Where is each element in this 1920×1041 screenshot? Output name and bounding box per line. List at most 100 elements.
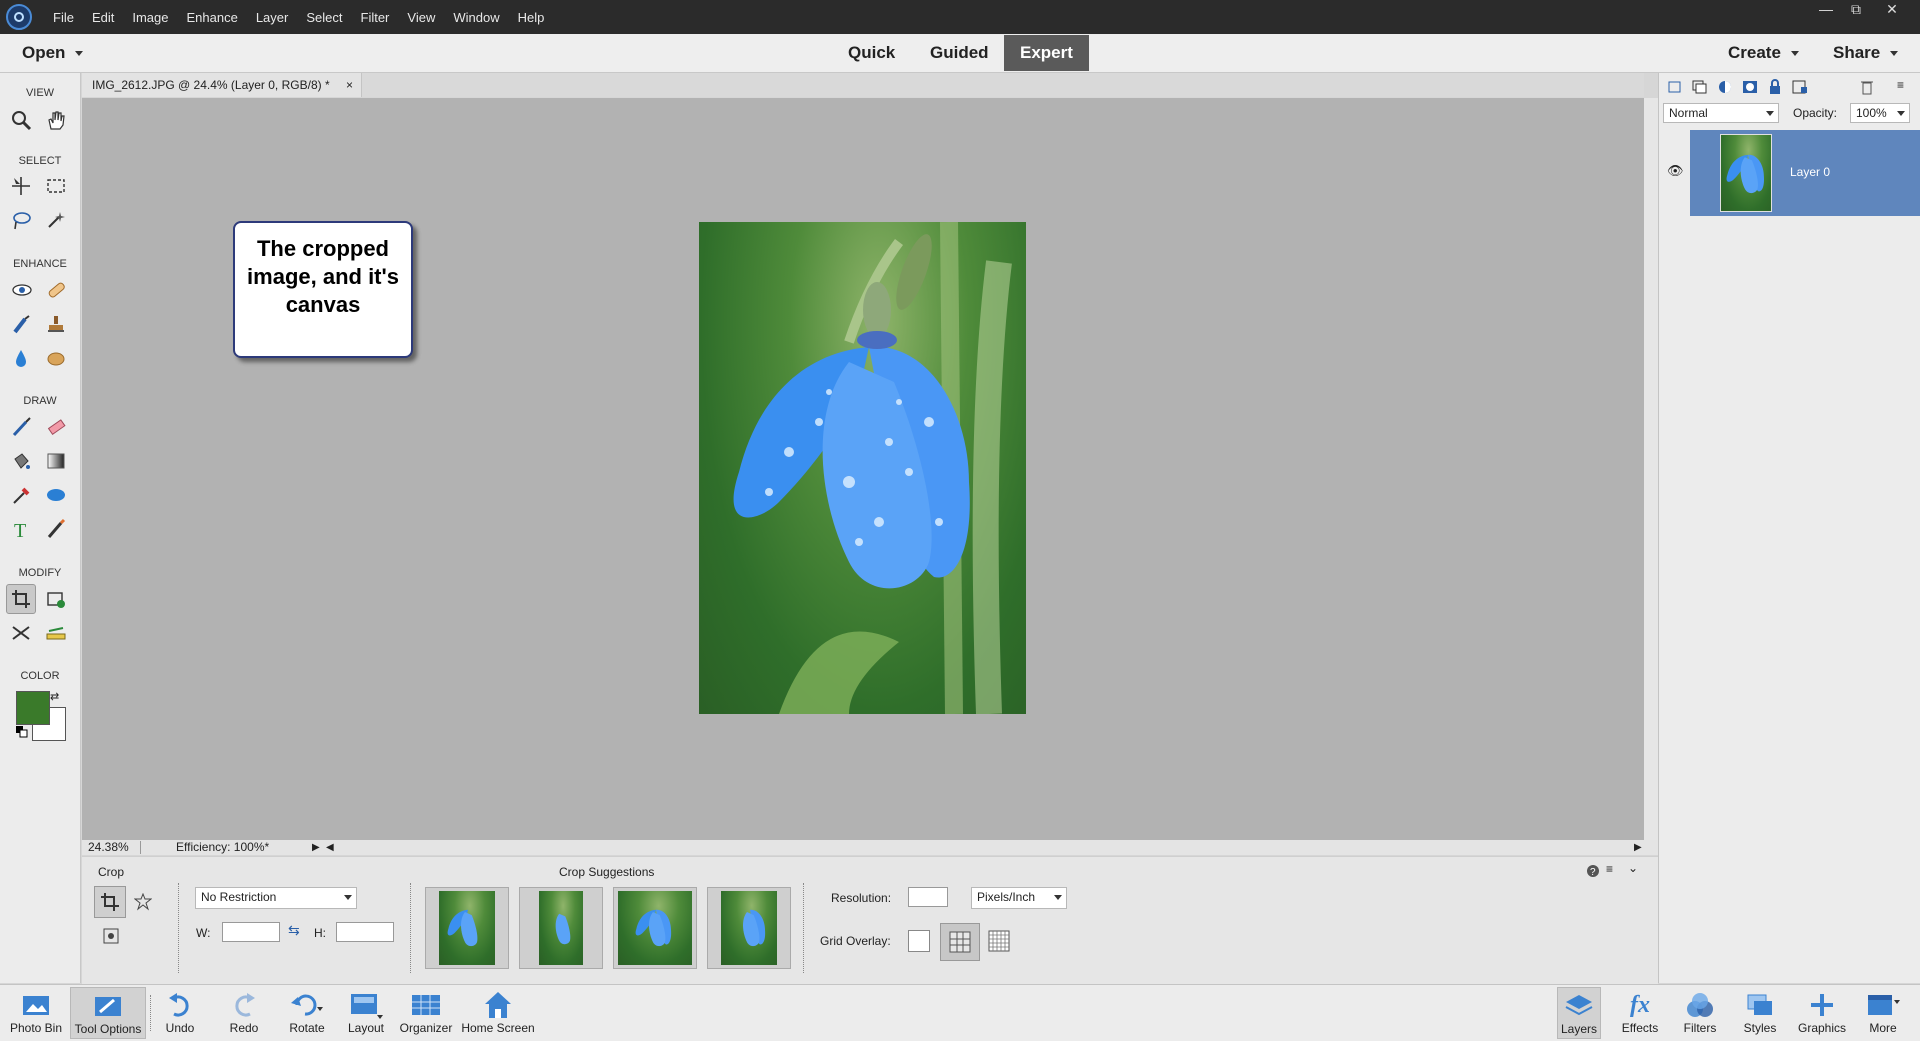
eyedropper-tool-icon[interactable] bbox=[8, 482, 34, 508]
quick-selection-tool-icon[interactable] bbox=[43, 207, 69, 233]
menu-filter[interactable]: Filter bbox=[352, 10, 399, 25]
resolution-unit-select[interactable]: Pixels/Inch bbox=[971, 887, 1067, 909]
menu-window[interactable]: Window bbox=[444, 10, 508, 25]
organizer-button[interactable]: Organizer bbox=[398, 989, 454, 1035]
menu-image[interactable]: Image bbox=[123, 10, 177, 25]
styles-button[interactable]: Styles bbox=[1737, 989, 1783, 1035]
crop-tool-icon[interactable] bbox=[6, 584, 36, 614]
zoom-tool-icon[interactable] bbox=[8, 107, 34, 133]
close-document-icon[interactable]: × bbox=[346, 73, 353, 97]
content-aware-move-tool-icon[interactable] bbox=[8, 620, 34, 646]
crop-suggestion-1[interactable] bbox=[425, 887, 509, 969]
recompose-tool-icon[interactable] bbox=[43, 586, 69, 612]
layer-name[interactable]: Layer 0 bbox=[1790, 165, 1830, 179]
share-button[interactable]: Share bbox=[1833, 34, 1899, 72]
scroll-left-arrow-icon[interactable]: ◀ bbox=[326, 840, 334, 855]
clone-stamp-tool-icon[interactable] bbox=[43, 311, 69, 337]
filters-button[interactable]: Filters bbox=[1675, 989, 1725, 1035]
canvas-area[interactable] bbox=[82, 98, 1644, 840]
menu-enhance[interactable]: Enhance bbox=[178, 10, 247, 25]
menu-select[interactable]: Select bbox=[297, 10, 351, 25]
lock-transparency-icon[interactable] bbox=[1792, 79, 1808, 98]
brush-tool-icon[interactable] bbox=[8, 414, 34, 440]
status-menu-arrow-icon[interactable]: ▶ bbox=[312, 840, 320, 855]
more-button[interactable]: More bbox=[1863, 989, 1903, 1035]
collapse-options-icon[interactable]: ⌄ bbox=[1628, 861, 1638, 875]
minimize-icon[interactable]: — bbox=[1812, 0, 1840, 20]
swap-colors-icon[interactable]: ⇄ bbox=[50, 690, 59, 703]
sponge-tool-icon[interactable] bbox=[43, 345, 69, 371]
lock-all-icon[interactable] bbox=[1767, 79, 1783, 98]
new-layer-icon[interactable] bbox=[1667, 79, 1683, 98]
create-button[interactable]: Create bbox=[1728, 34, 1799, 72]
paint-bucket-tool-icon[interactable] bbox=[8, 448, 34, 474]
layer-row[interactable]: Layer 0 bbox=[1690, 130, 1920, 216]
crop-mode-icon[interactable] bbox=[94, 886, 126, 918]
crop-suggestion-3[interactable] bbox=[613, 887, 697, 969]
straighten-tool-icon[interactable] bbox=[43, 620, 69, 646]
spot-healing-tool-icon[interactable] bbox=[43, 277, 69, 303]
help-icon[interactable]: ? bbox=[1586, 864, 1600, 881]
vertical-scrollbar[interactable] bbox=[1644, 98, 1658, 840]
red-eye-tool-icon[interactable] bbox=[8, 277, 34, 303]
mode-expert[interactable]: Expert bbox=[1004, 35, 1089, 71]
scroll-right-arrow-icon[interactable]: ▶ bbox=[1634, 840, 1642, 855]
grid-overlay-thirds-icon[interactable] bbox=[940, 923, 980, 961]
close-icon[interactable]: ✕ bbox=[1878, 0, 1906, 20]
crop-restriction-select[interactable]: No Restriction bbox=[195, 887, 357, 909]
adjustment-layer-icon[interactable] bbox=[1717, 79, 1733, 98]
mode-guided[interactable]: Guided bbox=[914, 35, 1005, 71]
menu-view[interactable]: View bbox=[398, 10, 444, 25]
pencil-tool-icon[interactable] bbox=[43, 516, 69, 542]
blend-mode-select[interactable]: Normal bbox=[1663, 103, 1779, 123]
blur-tool-icon[interactable] bbox=[8, 345, 34, 371]
resolution-field[interactable] bbox=[908, 887, 948, 907]
crop-suggestion-2[interactable] bbox=[519, 887, 603, 969]
cookie-cutter-icon[interactable] bbox=[133, 892, 153, 914]
new-group-icon[interactable] bbox=[1692, 79, 1708, 98]
graphics-button[interactable]: Graphics bbox=[1795, 989, 1849, 1035]
zoom-readout[interactable]: 24.38% bbox=[88, 840, 129, 855]
height-field[interactable] bbox=[336, 922, 394, 942]
layout-button[interactable]: Layout bbox=[344, 989, 388, 1035]
tool-options-button[interactable]: Tool Options bbox=[70, 987, 146, 1039]
shape-tool-icon[interactable] bbox=[43, 482, 69, 508]
menu-file[interactable]: File bbox=[44, 10, 83, 25]
photo-bin-button[interactable]: Photo Bin bbox=[6, 989, 66, 1035]
effects-button[interactable]: fx Effects bbox=[1615, 989, 1665, 1036]
restore-icon[interactable]: ⧉ bbox=[1842, 0, 1870, 20]
default-colors-icon[interactable] bbox=[16, 726, 28, 738]
type-tool-icon[interactable]: T bbox=[8, 516, 34, 542]
options-menu-icon[interactable]: ≡ bbox=[1606, 862, 1613, 876]
move-tool-icon[interactable] bbox=[8, 173, 34, 199]
layers-panel-button[interactable]: Layers bbox=[1557, 987, 1601, 1039]
foreground-color-swatch[interactable] bbox=[16, 691, 50, 725]
redo-button[interactable]: Redo bbox=[222, 989, 266, 1035]
lasso-tool-icon[interactable] bbox=[8, 207, 34, 233]
perspective-crop-icon[interactable] bbox=[102, 927, 120, 948]
layer-mask-icon[interactable] bbox=[1742, 79, 1758, 98]
open-dropdown-icon[interactable] bbox=[75, 51, 84, 57]
mode-quick[interactable]: Quick bbox=[832, 35, 911, 71]
delete-layer-icon[interactable] bbox=[1859, 79, 1875, 98]
menu-layer[interactable]: Layer bbox=[247, 10, 298, 25]
document-tab[interactable]: IMG_2612.JPG @ 24.4% (Layer 0, RGB/8) * … bbox=[82, 73, 362, 97]
gradient-tool-icon[interactable] bbox=[43, 448, 69, 474]
undo-button[interactable]: Undo bbox=[158, 989, 202, 1035]
smart-brush-tool-icon[interactable] bbox=[8, 311, 34, 337]
home-screen-button[interactable]: Home Screen bbox=[458, 989, 538, 1035]
swap-dimensions-icon[interactable]: ⇆ bbox=[288, 922, 300, 939]
opacity-field[interactable]: 100% bbox=[1850, 103, 1910, 123]
menu-help[interactable]: Help bbox=[509, 10, 554, 25]
menu-edit[interactable]: Edit bbox=[83, 10, 123, 25]
width-field[interactable] bbox=[222, 922, 280, 942]
eraser-tool-icon[interactable] bbox=[43, 414, 69, 440]
panel-menu-icon[interactable]: ≡ bbox=[1897, 78, 1904, 92]
visibility-eye-icon[interactable]: 👁 bbox=[1667, 163, 1684, 179]
rotate-button[interactable]: Rotate bbox=[282, 989, 332, 1035]
grid-overlay-none-icon[interactable] bbox=[908, 930, 930, 952]
grid-overlay-grid-icon[interactable] bbox=[988, 930, 1010, 955]
marquee-tool-icon[interactable] bbox=[43, 173, 69, 199]
hand-tool-icon[interactable] bbox=[43, 107, 69, 133]
open-button[interactable]: Open bbox=[22, 34, 84, 72]
